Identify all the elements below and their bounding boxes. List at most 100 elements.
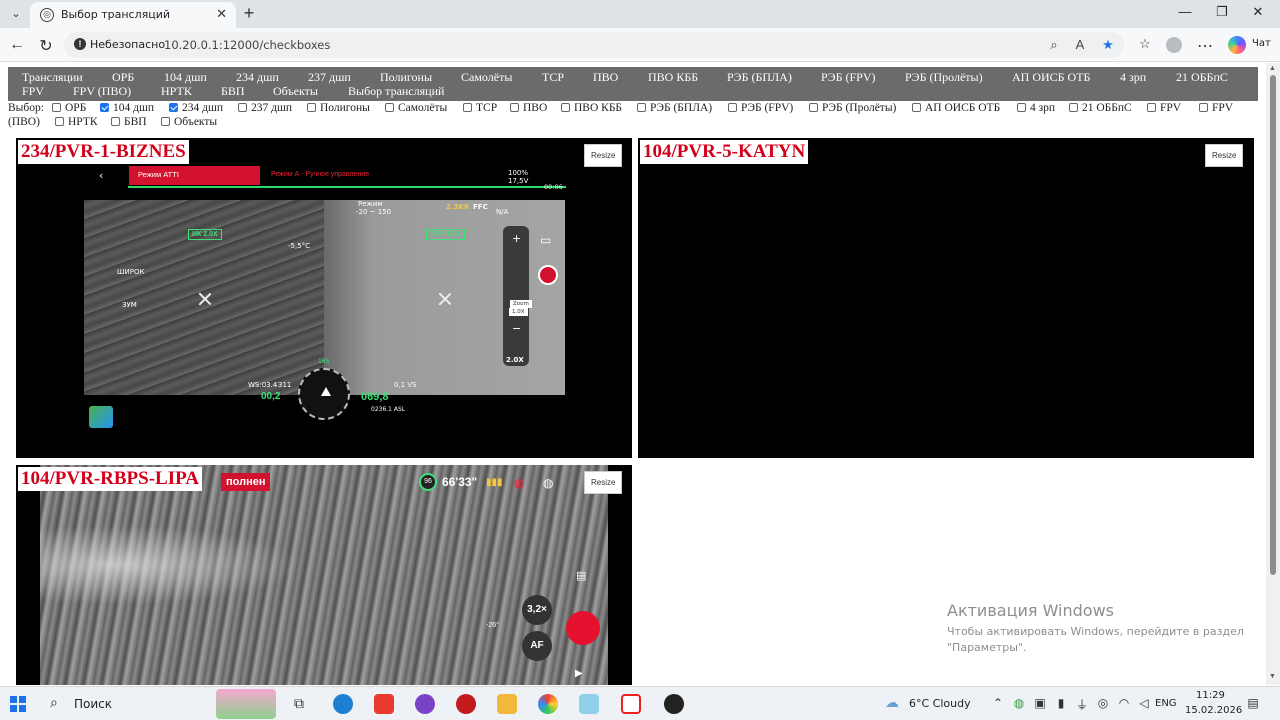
checkbox-option[interactable]: 104 дшп <box>100 102 154 114</box>
menu-item[interactable]: FPV <box>22 84 44 99</box>
widgets-icon[interactable] <box>216 689 276 719</box>
favorite-star-icon[interactable]: ★ <box>1100 37 1116 53</box>
scroll-up-icon[interactable]: ▲ <box>1269 65 1276 72</box>
address-bar[interactable]: ! Небезопасно 10.20.0.1:12000/checkboxes… <box>64 32 1124 58</box>
weather-label[interactable]: 6°C Cloudy <box>909 697 971 710</box>
favorites-icon[interactable]: ☆ <box>1136 36 1154 52</box>
ir-zoom-badge[interactable]: ИК 2.0X <box>188 229 222 240</box>
checkbox[interactable] <box>912 103 921 112</box>
checkbox-option[interactable]: АП ОИСБ ОТБ <box>912 102 1000 114</box>
camera-icon[interactable]: ▭ <box>540 233 551 247</box>
checkbox-option[interactable]: ТСР <box>463 102 497 114</box>
app-icon[interactable] <box>579 694 599 714</box>
checkbox-option[interactable]: НРТК <box>55 116 98 128</box>
menu-item[interactable]: FPV (ПВО) <box>73 84 131 99</box>
search-label[interactable]: Поиск <box>74 697 112 711</box>
checkbox[interactable] <box>1199 103 1208 112</box>
cloud-icon[interactable]: ☁ <box>884 694 900 711</box>
chrome-icon[interactable] <box>538 694 558 714</box>
yandex-icon[interactable] <box>374 694 394 714</box>
checkbox-checked[interactable] <box>169 103 178 112</box>
tab-list-dropdown-icon[interactable]: ⌄ <box>6 4 26 24</box>
playback-icon[interactable]: ▶ <box>575 668 583 679</box>
microphone-icon[interactable]: ▮ <box>1053 696 1069 710</box>
checkbox-option[interactable]: РЭБ (FPV) <box>728 102 793 114</box>
checkbox-option[interactable]: FPV <box>1147 102 1181 114</box>
checkbox-checked[interactable] <box>100 103 109 112</box>
checkbox[interactable] <box>1069 103 1078 112</box>
checkbox[interactable] <box>307 103 316 112</box>
menu-item[interactable]: 4 зрп <box>1120 70 1146 85</box>
menu-item[interactable]: ПВО <box>593 70 618 85</box>
task-view-icon[interactable]: ⧉ <box>291 695 307 712</box>
edge-icon[interactable] <box>333 694 353 714</box>
menu-item[interactable]: Выбор трансляций <box>348 84 444 99</box>
checkbox[interactable] <box>52 103 61 112</box>
menu-item[interactable]: РЭБ (БПЛА) <box>727 70 792 85</box>
zoom-search-icon[interactable]: ⌕ <box>1046 37 1062 53</box>
yandex-browser-icon[interactable] <box>621 694 641 714</box>
refresh-icon[interactable]: ↻ <box>37 36 55 56</box>
show-hidden-icons[interactable]: ⌃ <box>990 696 1006 710</box>
clock-time[interactable]: 11:29 <box>1196 690 1225 701</box>
more-menu-icon[interactable]: ⋯ <box>1196 36 1214 56</box>
zoom-level-button[interactable]: 3,2× <box>522 595 552 625</box>
search-icon[interactable]: ⌕ <box>50 694 58 711</box>
record-button[interactable] <box>538 265 558 285</box>
wide-button[interactable]: ШИРОК <box>117 268 144 276</box>
menu-item[interactable]: ОРБ <box>112 70 134 85</box>
viber-icon[interactable] <box>415 694 435 714</box>
language-indicator[interactable]: ENG <box>1155 698 1177 709</box>
resize-button[interactable]: Resize <box>584 144 623 167</box>
menu-item[interactable]: Трансляции <box>22 70 83 85</box>
menu-item[interactable]: Объекты <box>273 84 318 99</box>
checkbox-option[interactable]: 21 ОББпС <box>1069 102 1132 114</box>
clock-date[interactable]: 15.02.2026 <box>1185 705 1242 716</box>
chat-label[interactable]: Чат <box>1252 38 1271 49</box>
checkbox-option[interactable]: Полигоны <box>307 102 370 114</box>
app-icon[interactable] <box>456 694 476 714</box>
checkbox[interactable] <box>510 103 519 112</box>
profile-avatar[interactable] <box>1166 37 1182 53</box>
wifi-icon[interactable]: ◠ <box>1116 696 1132 710</box>
checkbox[interactable] <box>637 103 646 112</box>
not-secure-icon[interactable]: ! <box>74 38 86 50</box>
menu-item[interactable]: Полигоны <box>380 70 432 85</box>
checkbox[interactable] <box>55 117 64 126</box>
menu-item[interactable]: РЭБ (Пролёты) <box>905 70 983 85</box>
copilot-icon[interactable] <box>1228 36 1246 54</box>
menu-item[interactable]: 21 ОББпС <box>1176 70 1228 85</box>
browser-tab[interactable]: ◎ Выбор трансляций ✕ <box>30 2 236 28</box>
menu-item[interactable]: БВП <box>221 84 245 99</box>
checkbox[interactable] <box>728 103 737 112</box>
notifications-icon[interactable]: ▤ <box>1245 696 1261 710</box>
usb-icon[interactable]: ⏚ <box>1074 696 1090 713</box>
checkbox[interactable] <box>111 117 120 126</box>
resize-button[interactable]: Resize <box>584 471 623 494</box>
volume-icon[interactable]: ◁ <box>1136 696 1152 710</box>
checkbox-option[interactable]: Объекты <box>161 116 217 128</box>
checkbox-option[interactable]: 234 дшп <box>169 102 223 114</box>
read-aloud-icon[interactable]: A <box>1072 37 1088 52</box>
menu-item[interactable]: НРТК <box>161 84 192 99</box>
new-tab-icon[interactable]: + <box>240 3 258 24</box>
sync-icon[interactable]: ◎ <box>1095 696 1111 710</box>
checkbox[interactable] <box>161 117 170 126</box>
checkbox-option[interactable]: FPV <box>1199 102 1233 114</box>
scroll-down-icon[interactable]: ▼ <box>1269 673 1276 680</box>
checkbox-option[interactable]: 4 зрп <box>1017 102 1055 114</box>
zoom-badge[interactable]: ЗУМ 1.0X <box>426 229 465 240</box>
camera-settings-icon[interactable]: ▤ <box>576 569 586 582</box>
checkbox-option[interactable]: РЭБ (БПЛА) <box>637 102 712 114</box>
menu-item[interactable]: 104 дшп <box>164 70 207 85</box>
back-icon[interactable]: ← <box>8 36 26 54</box>
minimize-icon[interactable]: — <box>1173 4 1197 19</box>
menu-item[interactable]: АП ОИСБ ОТБ <box>1012 70 1090 85</box>
checkbox[interactable] <box>238 103 247 112</box>
checkbox-option[interactable]: ПВО КББ <box>561 102 622 114</box>
menu-item[interactable]: Самолёты <box>461 70 512 85</box>
zoom-in-icon[interactable]: + <box>512 232 521 245</box>
checkbox[interactable] <box>561 103 570 112</box>
checkbox[interactable] <box>809 103 818 112</box>
checkbox-option[interactable]: РЭБ (Пролёты) <box>809 102 896 114</box>
